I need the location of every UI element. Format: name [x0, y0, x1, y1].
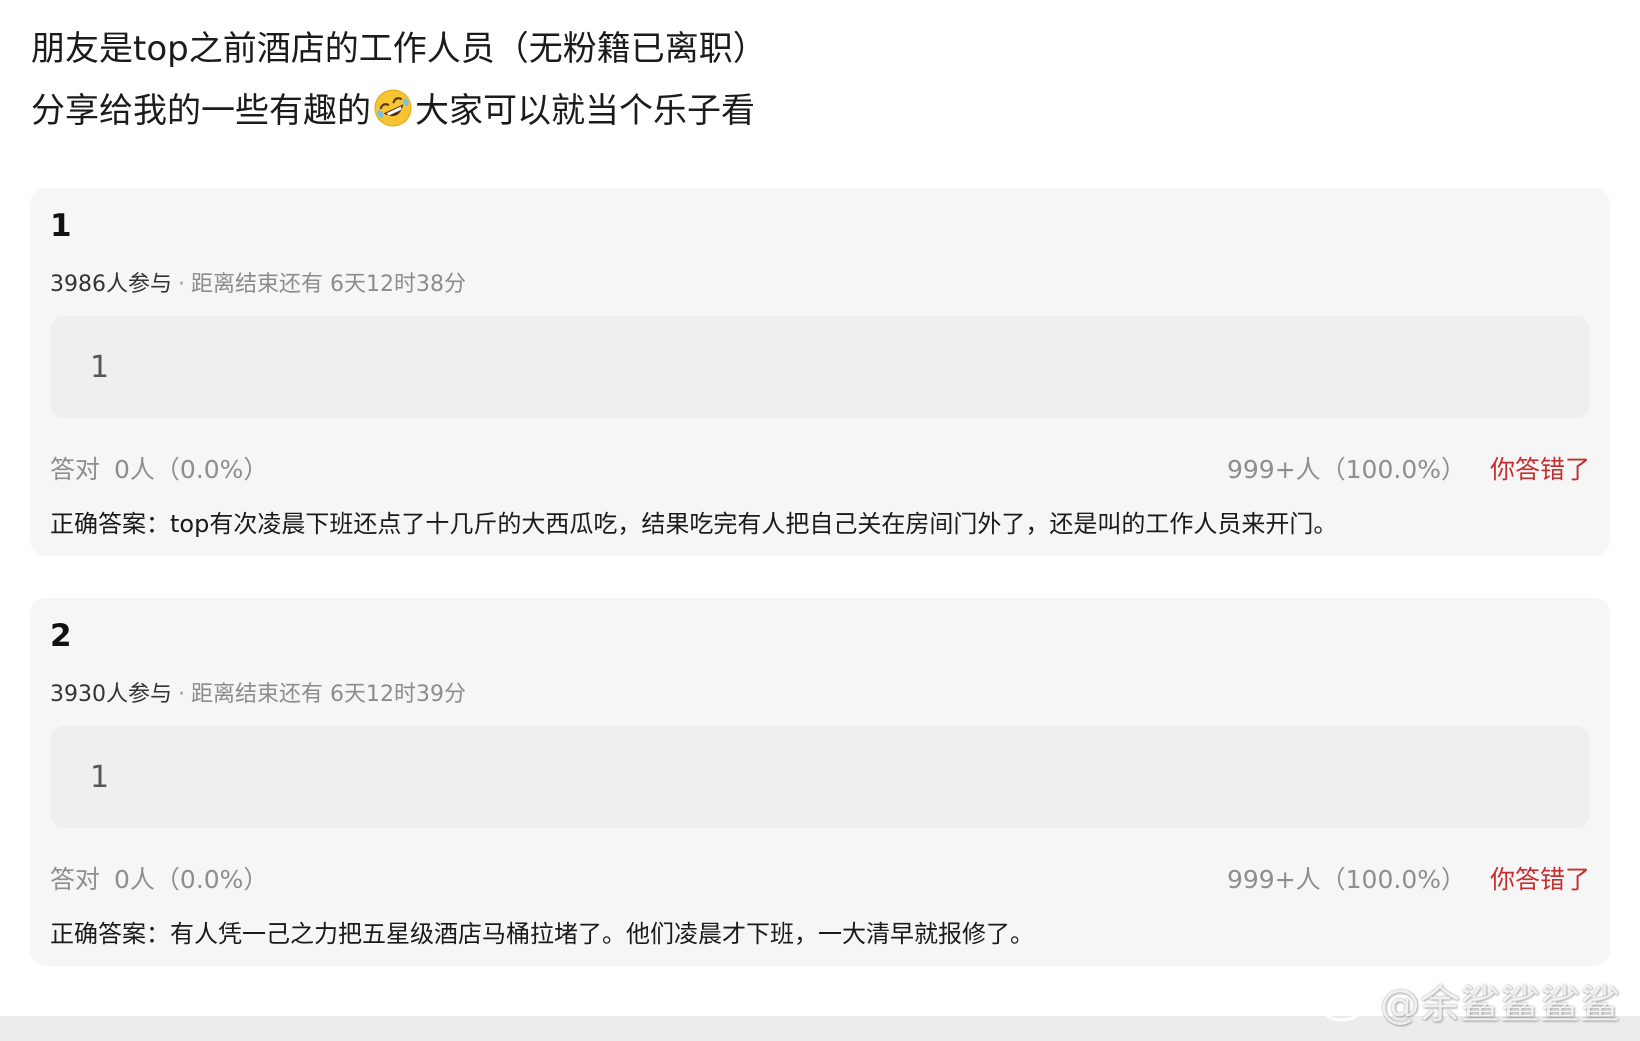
quiz-number: 2 — [50, 618, 72, 654]
correct-stats: 答对 0人（0.0%） — [50, 860, 268, 896]
quiz-option-label: 1 — [90, 759, 110, 795]
wrong-count: 999+人（100.0%） — [1226, 865, 1466, 894]
post-text-line-2-start: 分享给我的一些有趣的 — [31, 91, 371, 131]
weibo-logo-icon — [1320, 979, 1374, 1022]
correct-answer: 正确答案：有人凭一己之力把五星级酒店马桶拉堵了。他们凌晨才下班，一大清早就报修了… — [50, 920, 1034, 948]
correct-count: 0人（0.0%） — [114, 865, 269, 894]
meta-separator: · — [178, 682, 185, 707]
wrong-stats: 999+人（100.0%） 你答错了 — [1227, 450, 1590, 486]
quiz-option-label: 1 — [90, 349, 110, 385]
correct-answer: 正确答案：top有次凌晨下班还点了十几斤的大西瓜吃，结果吃完有人把自己关在房间门… — [50, 510, 1338, 538]
result-verdict: 你答错了 — [1489, 455, 1590, 484]
meta-separator: · — [178, 272, 185, 297]
deadline-countdown: 距离结束还有 6天12时39分 — [191, 682, 466, 707]
wrong-stats: 999+人（100.0%） 你答错了 — [1227, 860, 1590, 896]
rolling-laughing-emoji-icon — [374, 89, 412, 127]
post-text-line-2: 分享给我的一些有趣的 大家可以就当个乐子看 — [31, 80, 767, 142]
quiz-card: 2 3930人参与 · 距离结束还有 6天12时39分 1 答对 0人（0.0%） 9… — [30, 598, 1610, 966]
quiz-option[interactable]: 1 — [50, 316, 1590, 418]
quiz-meta: 3930人参与 · 距离结束还有 6天12时39分 — [50, 676, 466, 708]
post-text-line-1: 朋友是top之前酒店的工作人员（无粉籍已离职） — [31, 29, 767, 69]
correct-count: 0人（0.0%） — [114, 455, 269, 484]
quiz-option[interactable]: 1 — [50, 726, 1590, 828]
correct-stats: 答对 0人（0.0%） — [50, 450, 268, 486]
participant-count: 3930人参与 — [50, 682, 172, 707]
participant-count: 3986人参与 — [50, 272, 172, 297]
deadline-countdown: 距离结束还有 6天12时38分 — [191, 272, 466, 297]
correct-label: 答对 — [50, 455, 101, 484]
post-text-line-2-end: 大家可以就当个乐子看 — [415, 91, 755, 131]
weibo-watermark: @余鲨鲨鲨鲨 — [1318, 972, 1620, 1030]
quiz-number: 1 — [50, 208, 72, 244]
post-text: 朋友是top之前酒店的工作人员（无粉籍已离职） 分享给我的一些有趣的 大家可以就… — [31, 18, 767, 142]
result-verdict: 你答错了 — [1489, 865, 1590, 894]
quiz-card: 1 3986人参与 · 距离结束还有 6天12时38分 1 答对 0人（0.0%） 9… — [30, 188, 1610, 556]
wrong-count: 999+人（100.0%） — [1226, 455, 1466, 484]
correct-label: 答对 — [50, 865, 101, 894]
quiz-meta: 3986人参与 · 距离结束还有 6天12时38分 — [50, 266, 466, 298]
watermark-handle: @余鲨鲨鲨鲨 — [1380, 982, 1620, 1028]
